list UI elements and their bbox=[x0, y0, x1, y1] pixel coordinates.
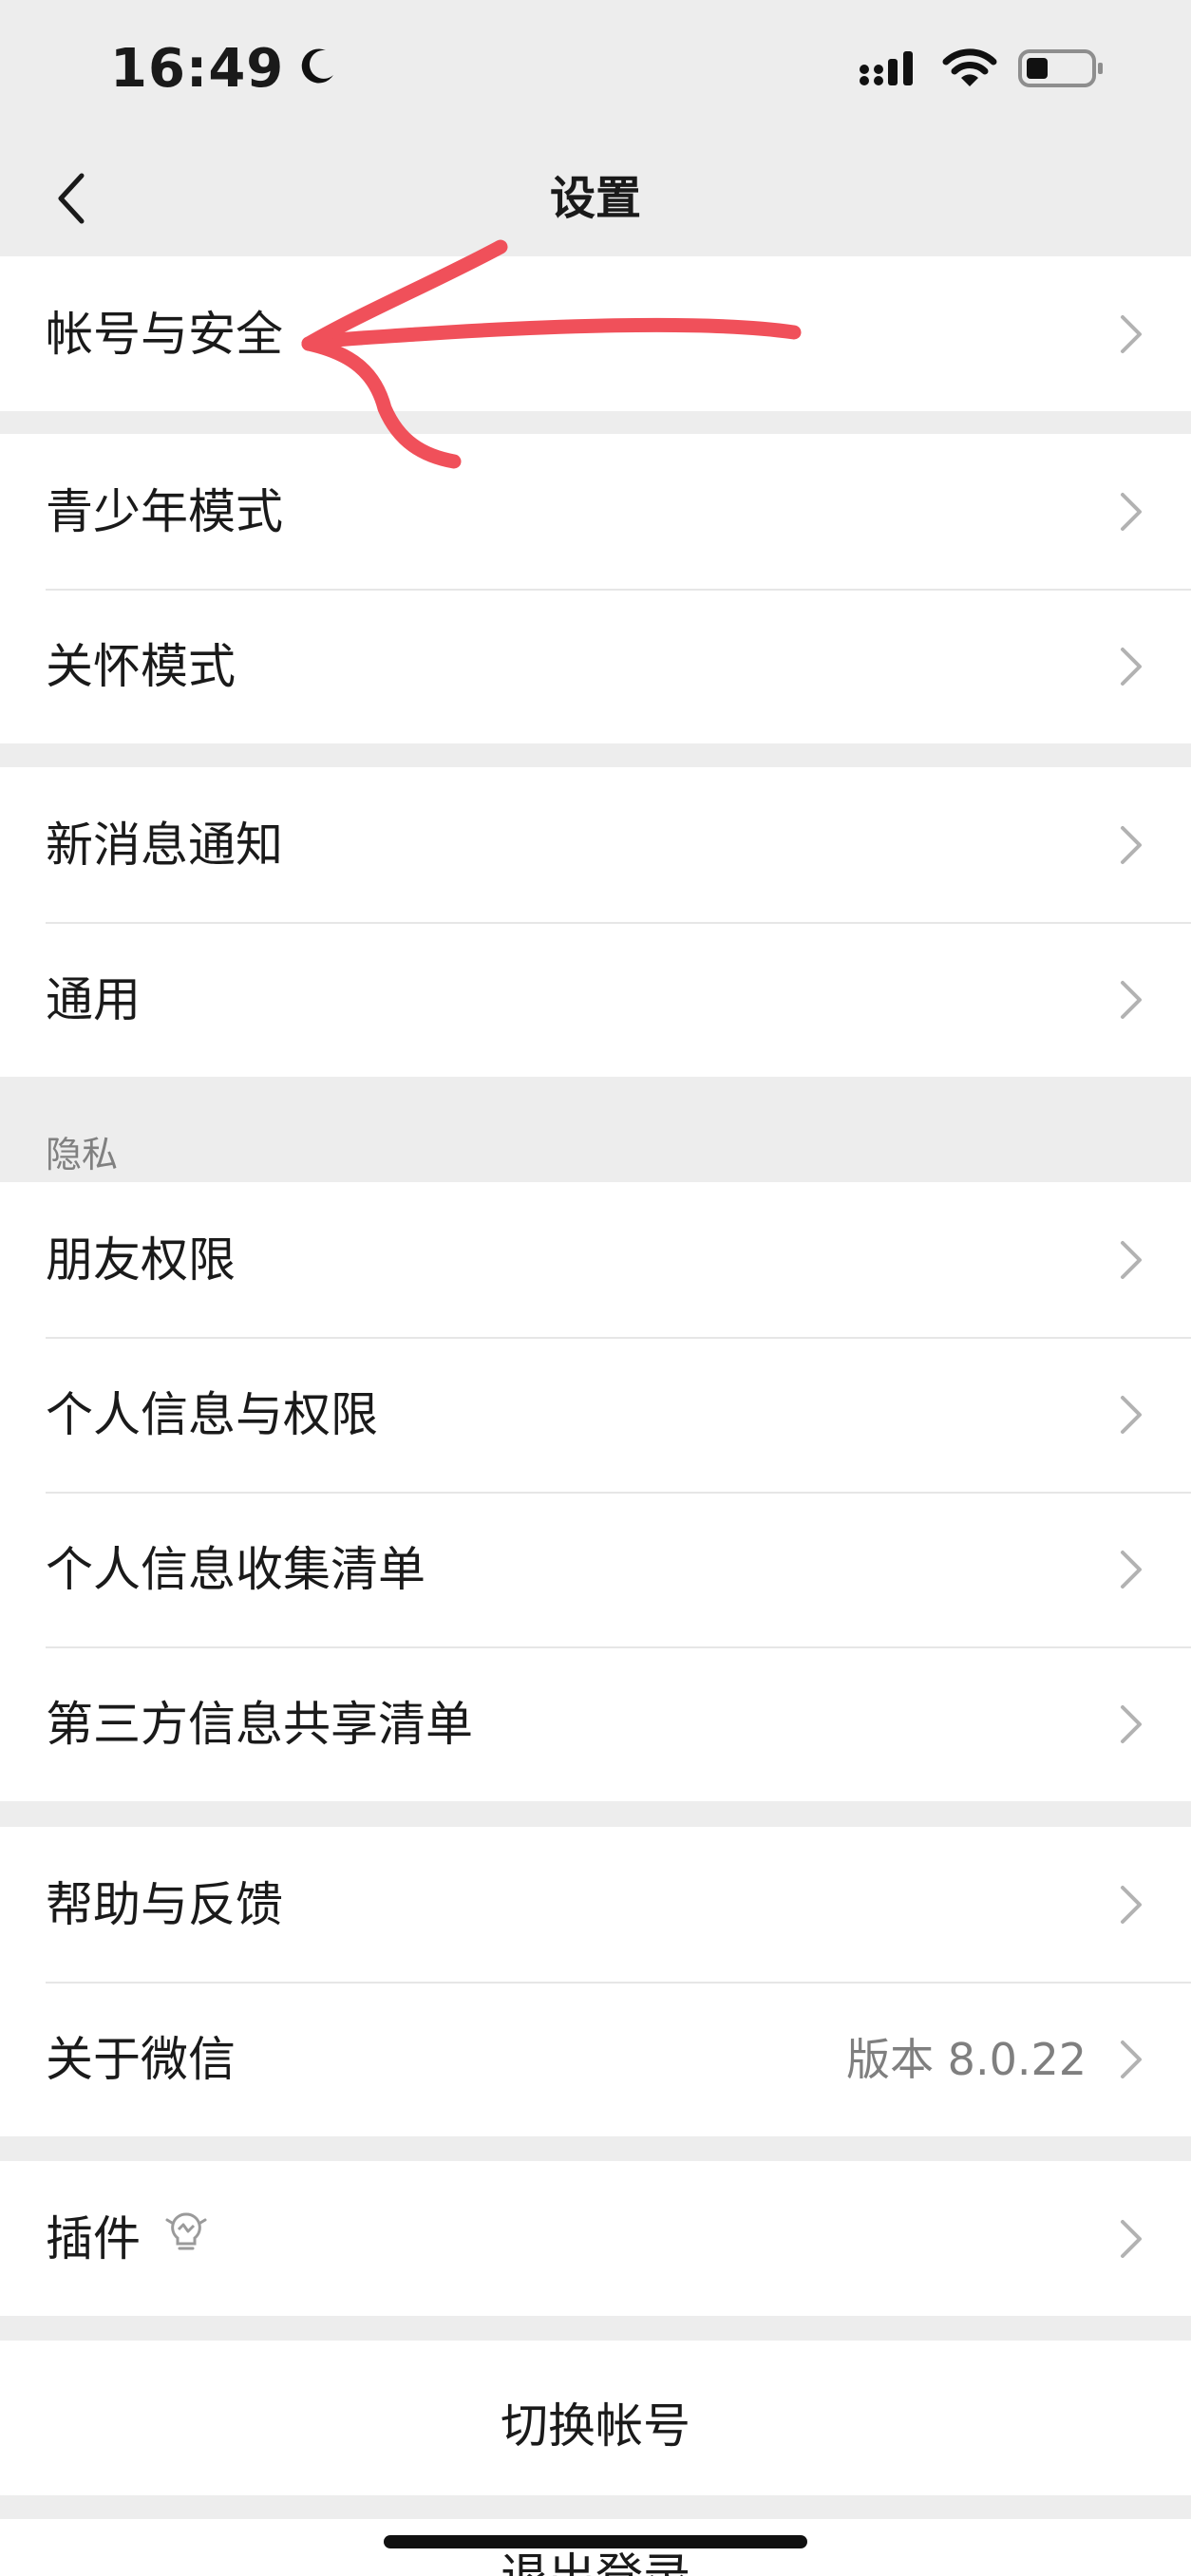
chevron-right-icon bbox=[1121, 314, 1142, 353]
chevron-right-icon bbox=[1121, 1885, 1142, 1924]
row-label: 关怀模式 bbox=[46, 638, 236, 694]
row-personal-info-collection-list[interactable]: 个人信息收集清单 bbox=[0, 1492, 1191, 1646]
row-youth-mode[interactable]: 青少年模式 bbox=[0, 434, 1191, 589]
row-plugins[interactable]: 插件 bbox=[0, 2161, 1191, 2316]
signal-icon bbox=[859, 49, 921, 91]
status-bar: 16:49 bbox=[0, 0, 1191, 142]
row-care-mode[interactable]: 关怀模式 bbox=[0, 589, 1191, 743]
group-switch-account: 切换帐号 bbox=[0, 2341, 1191, 2495]
chevron-right-icon bbox=[1121, 1240, 1142, 1279]
row-label: 朋友权限 bbox=[46, 1232, 236, 1288]
chevron-right-icon bbox=[1121, 980, 1142, 1019]
version-value: 版本 8.0.22 bbox=[846, 2033, 1087, 2085]
status-indicators bbox=[859, 47, 1106, 93]
moon-icon bbox=[297, 38, 339, 100]
group-notifications: 新消息通知 通用 bbox=[0, 767, 1191, 1077]
row-label: 帮助与反馈 bbox=[46, 1876, 283, 1932]
home-indicator bbox=[384, 2535, 807, 2548]
battery-icon bbox=[1018, 47, 1106, 93]
row-label: 青少年模式 bbox=[46, 483, 283, 539]
group-modes: 青少年模式 关怀模式 bbox=[0, 434, 1191, 743]
row-label: 个人信息与权限 bbox=[46, 1386, 378, 1442]
chevron-right-icon bbox=[1121, 492, 1142, 531]
row-label-wrap: 插件 bbox=[46, 2209, 207, 2268]
group-plugins: 插件 bbox=[0, 2161, 1191, 2316]
chevron-right-icon bbox=[1121, 2219, 1142, 2258]
row-label: 帐号与安全 bbox=[46, 306, 283, 362]
group-account: 帐号与安全 bbox=[0, 256, 1191, 411]
section-header-privacy: 隐私 bbox=[46, 1134, 119, 1175]
row-label: 通用 bbox=[46, 971, 141, 1027]
row-account-security[interactable]: 帐号与安全 bbox=[0, 256, 1191, 411]
chevron-right-icon bbox=[1121, 825, 1142, 864]
row-general[interactable]: 通用 bbox=[0, 922, 1191, 1077]
group-about: 帮助与反馈 关于微信 版本 8.0.22 bbox=[0, 1827, 1191, 2136]
row-label: 插件 bbox=[46, 2210, 141, 2266]
chevron-right-icon bbox=[1121, 1704, 1142, 1743]
row-friend-permissions[interactable]: 朋友权限 bbox=[0, 1182, 1191, 1337]
switch-account-button[interactable]: 切换帐号 bbox=[0, 2388, 1191, 2456]
row-label: 关于微信 bbox=[46, 2031, 236, 2087]
group-privacy: 朋友权限 个人信息与权限 个人信息收集清单 第三方信息共享清单 bbox=[0, 1182, 1191, 1801]
chevron-right-icon bbox=[1121, 1395, 1142, 1434]
status-time: 16:49 bbox=[110, 38, 339, 100]
page-title: 设置 bbox=[549, 172, 641, 225]
lightbulb-icon bbox=[165, 2209, 207, 2268]
row-third-party-sharing-list[interactable]: 第三方信息共享清单 bbox=[0, 1646, 1191, 1801]
row-label: 第三方信息共享清单 bbox=[46, 1696, 473, 1752]
row-label: 个人信息收集清单 bbox=[46, 1541, 425, 1597]
row-personal-info-permissions[interactable]: 个人信息与权限 bbox=[0, 1337, 1191, 1492]
row-about-wechat[interactable]: 关于微信 版本 8.0.22 bbox=[0, 1982, 1191, 2136]
row-new-message-notification[interactable]: 新消息通知 bbox=[0, 767, 1191, 922]
time-text: 16:49 bbox=[110, 38, 285, 100]
wifi-icon bbox=[942, 48, 997, 92]
chevron-right-icon bbox=[1121, 2040, 1142, 2078]
chevron-right-icon bbox=[1121, 1550, 1142, 1589]
row-help-feedback[interactable]: 帮助与反馈 bbox=[0, 1827, 1191, 1982]
row-label: 新消息通知 bbox=[46, 817, 283, 873]
chevron-right-icon bbox=[1121, 647, 1142, 686]
nav-bar: 设置 bbox=[0, 142, 1191, 256]
